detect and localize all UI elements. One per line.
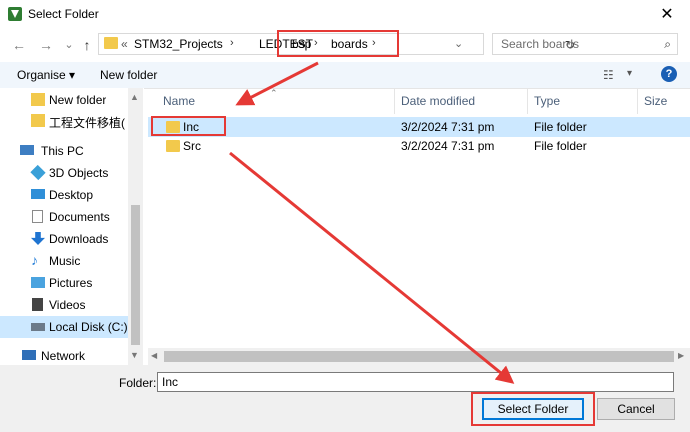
annotation-arrows xyxy=(229,61,515,384)
annotation-arrow-to-inc xyxy=(235,61,319,106)
annotation-arrow-to-select xyxy=(229,151,515,384)
